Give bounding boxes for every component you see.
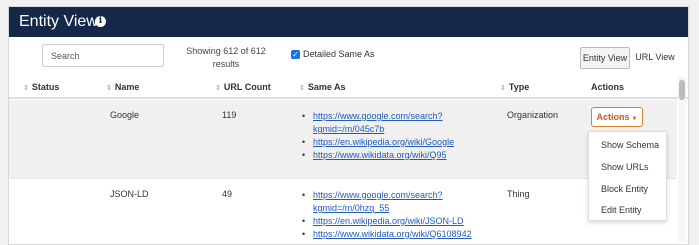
row-type: Organization <box>507 110 559 120</box>
actions-button-label: Actions <box>596 112 630 122</box>
results-count-line2: results <box>212 59 240 69</box>
entity-view-button[interactable]: Entity View <box>580 47 630 69</box>
column-actions: Actions <box>591 82 625 92</box>
same-as-link[interactable]: https://en.wikipedia.org/wiki/JSON-LD <box>299 215 472 228</box>
sort-icon: ⇕ <box>106 85 112 92</box>
menu-item-show-schema[interactable]: Show Schema <box>589 134 668 156</box>
url-view-button[interactable]: URL View <box>632 47 678 69</box>
table-scrollbar[interactable] <box>678 77 686 242</box>
row-url-count: 49 <box>222 189 233 199</box>
same-as-link[interactable]: https://www.google.com/search? kgmid=/m/0… <box>299 189 472 215</box>
same-as-link-text[interactable]: https://www.wikidata.org/wiki/Q6108942 <box>313 229 472 239</box>
column-name[interactable]: ⇕ Name <box>106 82 139 92</box>
same-as-link[interactable]: https://www.google.com/search? kgmid=/m/0… <box>299 110 454 136</box>
caret-down-icon: ▼ <box>631 116 638 122</box>
column-status[interactable]: ⇕ Status <box>23 82 59 92</box>
same-as-link-text-cont[interactable]: kgmid=/m/045c7b <box>313 124 384 134</box>
menu-item-show-urls[interactable]: Show URLs <box>589 156 668 178</box>
table-row: JSON-LD 49 https://www.google.com/search… <box>9 178 677 244</box>
column-same-as[interactable]: ⇕ Same As <box>299 82 346 92</box>
same-as-link-text[interactable]: https://en.wikipedia.org/wiki/JSON-LD <box>313 216 464 226</box>
scrollbar-thumb[interactable] <box>679 80 685 100</box>
table-header: ⇕ Status ⇕ Name ⇕ URL Count ⇕ Same As ⇕ Type … <box>9 77 688 99</box>
row-name: JSON-LD <box>110 189 149 199</box>
column-same-as-label: Same As <box>307 82 346 92</box>
same-as-link-text-cont[interactable]: kgmid=/m/0hzq_55 <box>313 203 389 213</box>
column-url-count-label: URL Count <box>223 82 271 92</box>
sort-icon: ⇕ <box>500 85 506 92</box>
same-as-list: https://www.google.com/search? kgmid=/m/0… <box>299 110 454 162</box>
detailed-same-as-label: Detailed Same As <box>303 49 375 59</box>
detailed-same-as-checkbox[interactable]: ✓ <box>291 50 300 59</box>
same-as-link-text[interactable]: https://www.wikidata.org/wiki/Q95 <box>313 150 447 160</box>
table-row: Google 119 https://www.google.com/search… <box>9 100 677 178</box>
info-circle-icon[interactable]: i <box>95 16 106 27</box>
page-title: Entity View <box>19 13 98 30</box>
row-url-count: 119 <box>222 110 237 120</box>
column-status-label: Status <box>31 82 60 92</box>
column-name-label: Name <box>114 82 140 92</box>
menu-item-edit-entity[interactable]: Edit Entity <box>589 199 668 221</box>
results-count-line1: Showing 612 of 612 <box>186 46 266 56</box>
menu-item-block-entity[interactable]: Block Entity <box>589 178 668 200</box>
search-input[interactable] <box>42 44 164 67</box>
sort-icon: ⇕ <box>299 85 305 92</box>
row-name: Google <box>110 110 140 120</box>
column-url-count[interactable]: ⇕ URL Count <box>215 82 271 92</box>
same-as-link[interactable]: https://en.wikipedia.org/wiki/Google <box>299 136 454 149</box>
same-as-link-text[interactable]: https://en.wikipedia.org/wiki/Google <box>313 137 454 147</box>
entity-view-panel: Entity View i Showing 612 of 612 results… <box>8 6 689 245</box>
row-type: Thing <box>507 189 530 199</box>
actions-dropdown-button[interactable]: Actions ▼ <box>591 107 643 127</box>
same-as-list: https://www.google.com/search? kgmid=/m/0… <box>299 189 472 241</box>
same-as-link-text[interactable]: https://www.google.com/search? <box>313 111 443 121</box>
column-type-label: Type <box>508 82 530 92</box>
panel-header: Entity View i <box>9 7 688 37</box>
column-type[interactable]: ⇕ Type <box>500 82 529 92</box>
actions-menu: Show Schema Show URLs Block Entity Edit … <box>588 131 667 221</box>
sort-icon: ⇕ <box>215 85 221 92</box>
same-as-link[interactable]: https://www.wikidata.org/wiki/Q6108942 <box>299 228 472 241</box>
same-as-link[interactable]: https://www.wikidata.org/wiki/Q95 <box>299 149 454 162</box>
same-as-link-text[interactable]: https://www.google.com/search? <box>313 190 443 200</box>
sort-icon: ⇕ <box>23 85 29 92</box>
results-count: Showing 612 of 612 results <box>181 45 271 71</box>
